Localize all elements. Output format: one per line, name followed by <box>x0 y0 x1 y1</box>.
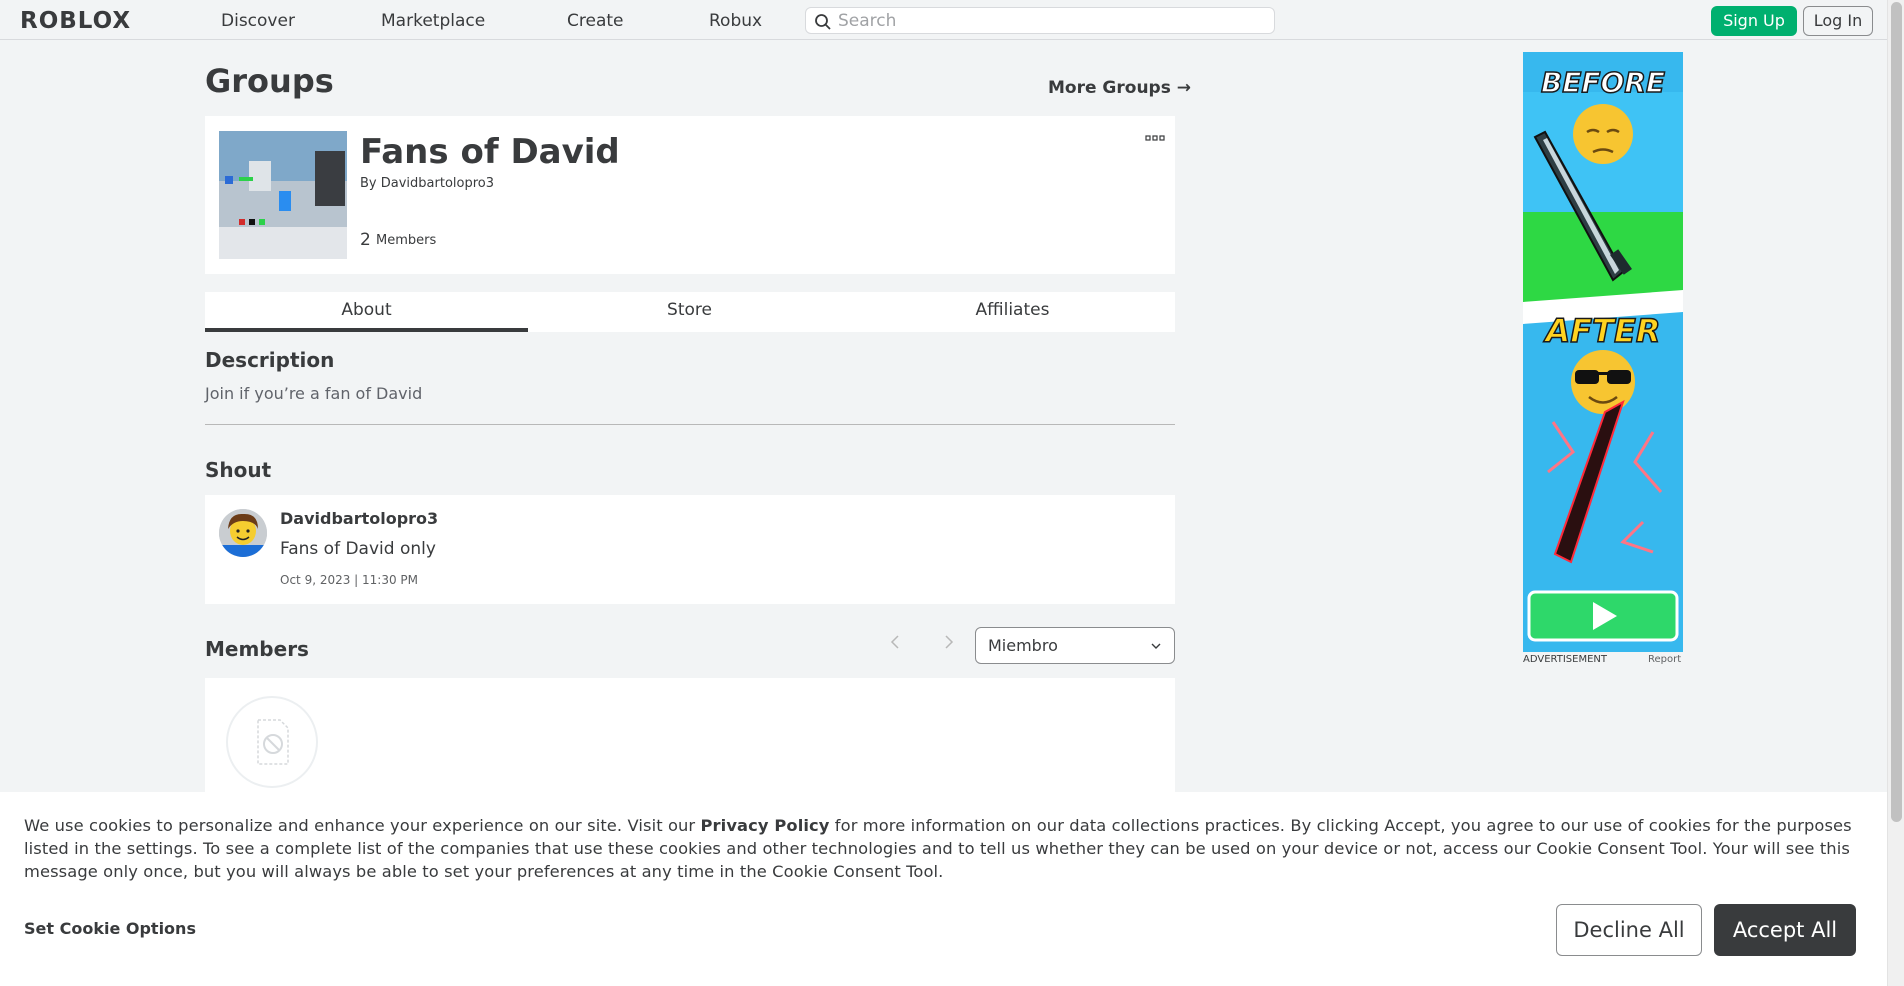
group-header-card: Fans of David By Davidbartolopro3 2 Memb… <box>205 116 1175 274</box>
shout-timestamp: Oct 9, 2023 | 11:30 PM <box>280 573 419 587</box>
chevron-down-icon <box>1151 643 1161 649</box>
group-thumbnail <box>219 131 347 259</box>
members-heading: Members <box>205 637 309 661</box>
scrollbar-thumb[interactable] <box>1891 2 1902 822</box>
tab-affiliates[interactable]: Affiliates <box>851 292 1174 332</box>
nav-robux[interactable]: Robux <box>709 11 762 31</box>
log-in-button[interactable]: Log In <box>1803 6 1873 36</box>
cookie-text: We use cookies to personalize and enhanc… <box>24 814 1854 883</box>
top-navigation-bar: ROBLOX Discover Marketplace Create Robux… <box>0 0 1887 40</box>
cookie-text-pre: We use cookies to personalize and enhanc… <box>24 816 701 835</box>
advertisement-banner[interactable]: BEFORE AFTER <box>1523 52 1683 652</box>
group-owner-line: By Davidbartolopro3 <box>360 176 494 191</box>
privacy-policy-link[interactable]: Privacy Policy <box>701 816 830 835</box>
by-label: By <box>360 176 377 191</box>
nav-create[interactable]: Create <box>567 11 624 31</box>
role-select[interactable]: Miembro <box>975 627 1175 664</box>
scrollbar[interactable] <box>1887 0 1904 986</box>
members-label: Members <box>376 233 437 248</box>
nav-discover[interactable]: Discover <box>221 11 295 31</box>
chevron-right-icon[interactable] <box>938 632 958 652</box>
sign-up-button[interactable]: Sign Up <box>1711 6 1797 36</box>
avatar[interactable] <box>219 509 267 557</box>
ad-after-text: AFTER <box>1543 312 1661 350</box>
decline-all-button[interactable]: Decline All <box>1556 904 1702 956</box>
more-groups-link[interactable]: More Groups → <box>1048 78 1191 98</box>
description-text: Join if you’re a fan of David <box>205 384 423 403</box>
member-count: 2 <box>360 230 371 250</box>
search-box <box>805 7 1275 34</box>
members-list <box>205 678 1175 808</box>
page-title: Groups <box>205 62 334 100</box>
ad-report-link[interactable]: Report <box>1648 654 1681 665</box>
description-heading: Description <box>205 348 335 372</box>
advertisement-label: ADVERTISEMENT <box>1523 654 1608 665</box>
tab-store[interactable]: Store <box>528 292 851 332</box>
chevron-left-icon[interactable] <box>886 632 906 652</box>
unavailable-image-icon <box>257 719 289 765</box>
role-select-value: Miembro <box>988 636 1058 655</box>
roblox-logo[interactable]: ROBLOX <box>20 8 131 34</box>
divider <box>205 424 1175 425</box>
shout-heading: Shout <box>205 458 272 482</box>
search-icon <box>815 14 831 30</box>
shout-message: Fans of David only <box>280 539 436 559</box>
nav-marketplace[interactable]: Marketplace <box>381 11 485 31</box>
cookie-consent-banner: We use cookies to personalize and enhanc… <box>0 792 1887 986</box>
shout-username[interactable]: Davidbartolopro3 <box>280 509 438 528</box>
accept-all-button[interactable]: Accept All <box>1714 904 1856 956</box>
member-avatar-placeholder[interactable] <box>226 696 318 788</box>
ad-before-text: BEFORE <box>1541 66 1665 99</box>
group-owner-link[interactable]: Davidbartolopro3 <box>381 176 494 191</box>
group-name: Fans of David <box>360 132 620 172</box>
more-options-icon[interactable] <box>1145 133 1165 143</box>
tab-about[interactable]: About <box>205 292 528 332</box>
search-input[interactable] <box>838 8 1268 33</box>
set-cookie-options-link[interactable]: Set Cookie Options <box>24 919 196 938</box>
group-tabs: About Store Affiliates <box>205 292 1175 332</box>
shout-card: Davidbartolopro3 Fans of David only Oct … <box>205 495 1175 604</box>
